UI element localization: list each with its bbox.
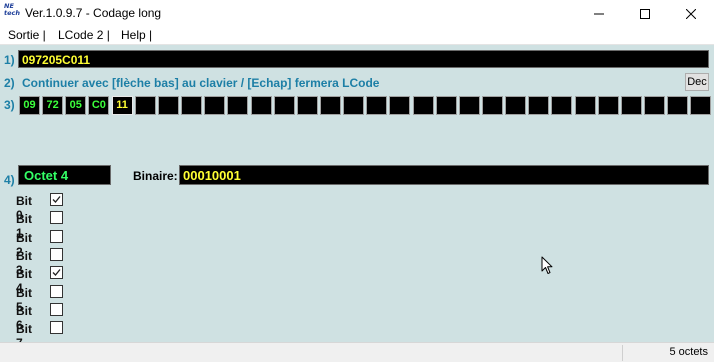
byte-cell[interactable]: 05: [65, 96, 87, 115]
close-icon: [686, 8, 696, 19]
bit-2-checkbox[interactable]: [50, 229, 63, 243]
close-button[interactable]: [668, 0, 714, 27]
dec-button[interactable]: Dec: [685, 73, 709, 91]
byte-cell-empty[interactable]: [343, 96, 365, 115]
byte-cell[interactable]: 09: [19, 96, 40, 115]
bit-6-checkbox[interactable]: [50, 302, 63, 316]
binary-field[interactable]: 00010001: [179, 165, 709, 185]
status-bar: 5 octets: [0, 342, 714, 362]
menu-help[interactable]: Help |: [121, 28, 152, 42]
row-number-3: 3): [4, 98, 15, 112]
code-field[interactable]: 097205C011: [18, 50, 709, 68]
byte-cell-empty[interactable]: [157, 96, 179, 115]
menu-bar: Sortie | LCode 2 | Help |: [0, 27, 714, 45]
row-number-4: 4): [4, 173, 15, 187]
byte-cell[interactable]: 11: [111, 96, 133, 115]
bit-7-checkbox[interactable]: [50, 321, 63, 335]
byte-cell-empty[interactable]: [435, 96, 457, 115]
byte-cell-empty[interactable]: [620, 96, 642, 115]
status-text: 5 octets: [669, 346, 708, 358]
mouse-pointer-icon: [541, 256, 553, 274]
byte-cell-empty[interactable]: [273, 96, 295, 115]
byte-cell-empty[interactable]: [482, 96, 503, 115]
byte-cell[interactable]: 72: [42, 96, 64, 115]
byte-cell-empty[interactable]: [690, 96, 712, 115]
octet-indicator: Octet 4: [18, 165, 111, 185]
byte-cell-empty[interactable]: [134, 96, 156, 115]
bit-5-checkbox[interactable]: [50, 284, 63, 298]
checkmark-icon: [52, 196, 61, 203]
byte-cell-empty[interactable]: [551, 96, 573, 115]
byte-cell-empty[interactable]: [458, 96, 480, 115]
byte-cell-empty[interactable]: [574, 96, 596, 115]
byte-cell-empty[interactable]: [227, 96, 249, 115]
byte-cell-empty[interactable]: [250, 96, 272, 115]
window-title: Ver.1.0.9.7 - Codage long: [25, 6, 162, 20]
byte-cell-empty[interactable]: [505, 96, 527, 115]
hint-text: Continuer avec [flèche bas] au clavier /…: [22, 76, 380, 90]
byte-cell-empty[interactable]: [412, 96, 434, 115]
byte-cell-empty[interactable]: [667, 96, 689, 115]
bit-4-checkbox[interactable]: [50, 266, 63, 280]
menu-sortie[interactable]: Sortie |: [8, 28, 46, 42]
byte-cell-empty[interactable]: [389, 96, 411, 115]
bit-1-checkbox[interactable]: [50, 211, 63, 225]
title-bar: NE tech Ver.1.0.9.7 - Codage long: [0, 0, 714, 27]
maximize-button[interactable]: [622, 0, 668, 27]
byte-cell-empty[interactable]: [597, 96, 619, 115]
bit-0-checkbox[interactable]: [50, 193, 63, 206]
app-logo: NE tech: [4, 2, 20, 17]
byte-cell-empty[interactable]: [366, 96, 388, 115]
minimize-button[interactable]: [576, 0, 622, 27]
menu-lcode2[interactable]: LCode 2 |: [58, 28, 110, 42]
minimize-icon: [594, 13, 604, 14]
byte-cell-empty[interactable]: [644, 96, 665, 115]
byte-cell-empty[interactable]: [319, 96, 341, 115]
bit-3-checkbox[interactable]: [50, 247, 63, 261]
byte-cell-empty[interactable]: [528, 96, 550, 115]
byte-cell-empty[interactable]: [296, 96, 318, 115]
row-number-1: 1): [4, 53, 15, 67]
status-separator: [622, 345, 623, 361]
byte-cell-empty[interactable]: [181, 96, 202, 115]
binary-label: Binaire:: [133, 169, 178, 183]
checkmark-icon: [52, 269, 61, 277]
byte-cell-empty[interactable]: [204, 96, 226, 115]
byte-cell[interactable]: C0: [88, 96, 110, 115]
row-number-2: 2): [4, 76, 15, 90]
maximize-icon: [640, 8, 650, 19]
